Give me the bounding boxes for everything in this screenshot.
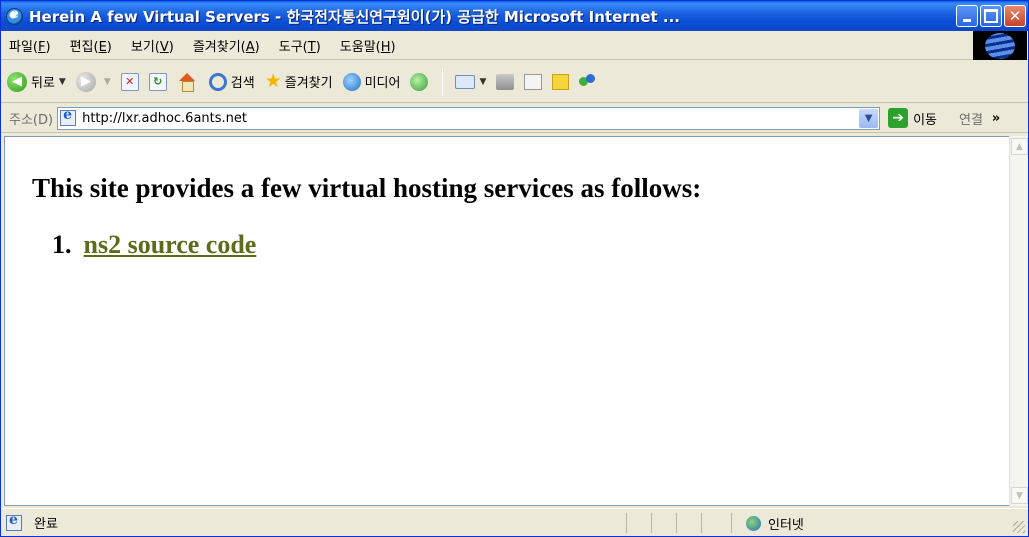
maximize-icon (981, 6, 1001, 26)
note-icon[interactable] (552, 73, 570, 90)
menu-favorites-key: A (245, 39, 255, 55)
menu-file-end: ) (45, 39, 51, 55)
star-icon: ★ (264, 70, 282, 92)
status-divider (626, 513, 627, 533)
close-button[interactable]: ✕ (1004, 5, 1026, 27)
status-bar: 완료 인터넷 (1, 508, 1028, 536)
menu-view[interactable]: 보기(V) (131, 36, 174, 55)
address-bar: 주소(D) http://lxr.adhoc.6ants.net ▼ ➔ 이동 … (1, 104, 1028, 133)
menu-bar: 파일(F) 편집(E) 보기(V) 즐겨찾기(A) 도구(T) 도움말(H) (1, 31, 1028, 60)
standard-toolbar: ◀ 뒤로 ▼ ▶ ▼ ✕ ↻ 검색 ★ 즐겨찾기 미디어 ▼ (1, 61, 1028, 103)
address-url[interactable]: http://lxr.adhoc.6ants.net (82, 111, 247, 126)
list-item: 1. ns2 source code (52, 230, 1009, 260)
links-chevron-icon[interactable]: » (992, 111, 1000, 126)
page-content: This site provides a few virtual hosting… (4, 136, 1010, 506)
mail-dropdown-icon[interactable]: ▼ (479, 77, 486, 87)
close-icon: ✕ (1008, 7, 1022, 25)
forward-button[interactable]: ▶ ▼ (75, 71, 111, 92)
maximize-button[interactable] (980, 5, 1002, 27)
print-icon[interactable] (496, 73, 515, 90)
stop-icon[interactable]: ✕ (120, 72, 139, 91)
favorites-label: 즐겨찾기 (284, 76, 333, 91)
menu-help-label: 도움말( (339, 39, 381, 55)
window-title: Herein A few Virtual Servers - 한국전자통신연구원… (29, 7, 681, 26)
links-button[interactable]: 연결 (959, 109, 983, 128)
menu-favorites-end: ) (254, 39, 260, 55)
back-icon: ◀ (7, 71, 27, 92)
status-divider (731, 513, 732, 533)
messenger-icon[interactable] (579, 73, 597, 90)
menu-view-label: 보기( (130, 39, 160, 55)
back-button[interactable]: ◀ 뒤로 ▼ (7, 71, 66, 92)
window-controls: ✕ (956, 5, 1026, 27)
toolbar-separator (442, 67, 444, 96)
page-icon (60, 107, 77, 126)
mail-icon (455, 74, 476, 89)
menu-tools-label: 도구( (278, 39, 308, 55)
throbber-globe-icon (985, 32, 1015, 59)
status-page-icon (6, 512, 22, 531)
go-button[interactable]: ➔ 이동 (888, 108, 937, 128)
status-divider (651, 513, 652, 533)
ns2-source-link[interactable]: ns2 source code (84, 230, 257, 260)
scroll-down-icon[interactable]: ▼ (1011, 487, 1028, 504)
search-icon (208, 72, 227, 91)
history-icon[interactable] (410, 72, 429, 91)
media-button[interactable]: 미디어 (342, 72, 401, 91)
media-label: 미디어 (364, 76, 401, 91)
status-divider (701, 513, 702, 533)
minimize-button[interactable] (956, 5, 978, 27)
scroll-up-icon[interactable]: ▲ (1011, 138, 1028, 155)
back-dropdown-icon[interactable]: ▼ (59, 77, 66, 87)
home-icon[interactable] (177, 72, 197, 92)
ie-icon[interactable] (6, 6, 23, 25)
favorites-button[interactable]: ★ 즐겨찾기 (264, 70, 333, 92)
menu-file-label: 파일( (9, 39, 38, 55)
zone-label: 인터넷 (768, 518, 804, 533)
media-icon (342, 72, 361, 91)
menu-help[interactable]: 도움말(H) (340, 36, 396, 55)
menu-favorites[interactable]: 즐겨찾기(A) (193, 36, 260, 55)
internet-zone-icon (746, 516, 761, 531)
refresh-icon[interactable]: ↻ (148, 72, 167, 91)
page-heading: This site provides a few virtual hosting… (32, 173, 702, 203)
menu-file[interactable]: 파일(F) (9, 36, 51, 55)
forward-icon: ▶ (75, 71, 96, 92)
menu-edit-key: E (98, 39, 107, 55)
menu-view-end: ) (168, 39, 174, 55)
menu-help-key: H (380, 39, 391, 55)
menu-tools-end: ) (315, 39, 321, 55)
address-label: 주소(D) (9, 112, 54, 128)
menu-favorites-label: 즐겨찾기( (192, 39, 246, 55)
go-label: 이동 (913, 112, 937, 128)
forward-dropdown-icon[interactable]: ▼ (104, 77, 111, 87)
menu-edit[interactable]: 편집(E) (70, 36, 112, 55)
back-label: 뒤로 (31, 76, 55, 91)
go-arrow-icon: ➔ (888, 108, 909, 128)
menu-edit-label: 편집( (69, 39, 99, 55)
edit-icon[interactable] (524, 73, 543, 90)
menu-view-key: V (159, 39, 169, 55)
menu-tools-key: T (307, 39, 316, 55)
status-divider (676, 513, 677, 533)
security-zone: 인터넷 (746, 514, 804, 533)
menu-tools[interactable]: 도구(T) (279, 36, 321, 55)
resize-grip[interactable] (1013, 521, 1025, 533)
list-number: 1. (52, 230, 72, 259)
menu-edit-end: ) (106, 39, 112, 55)
windows-logo (973, 31, 1027, 60)
minimize-icon (957, 6, 977, 26)
status-text: 완료 (34, 517, 58, 532)
address-dropdown-icon[interactable]: ▼ (859, 108, 879, 128)
menu-help-end: ) (390, 39, 396, 55)
address-input[interactable]: http://lxr.adhoc.6ants.net ▼ (57, 106, 881, 130)
search-button[interactable]: 검색 (208, 72, 255, 91)
browser-window: Herein A few Virtual Servers - 한국전자통신연구원… (0, 0, 1029, 537)
mail-button[interactable]: ▼ (455, 74, 486, 89)
vertical-scrollbar[interactable]: ▲ ▼ (1009, 136, 1028, 506)
search-label: 검색 (230, 76, 255, 91)
title-bar[interactable]: Herein A few Virtual Servers - 한국전자통신연구원… (1, 1, 1028, 31)
